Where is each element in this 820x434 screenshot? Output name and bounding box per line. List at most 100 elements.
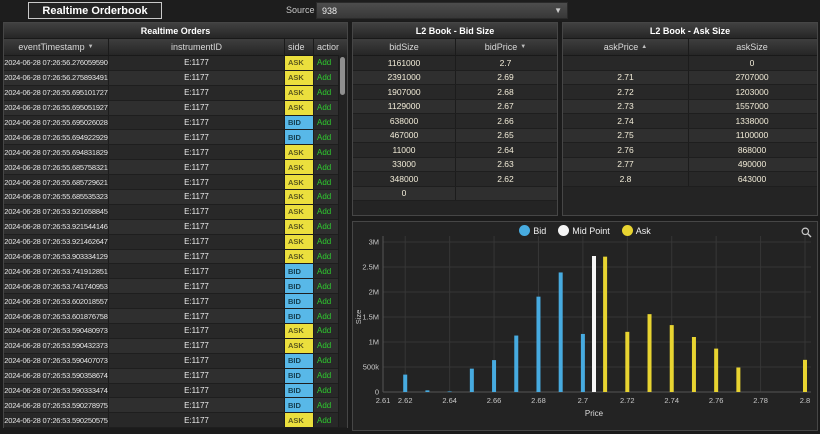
view-tab-realtime-orderbook[interactable]: Realtime Orderbook <box>28 2 162 19</box>
order-instrument: E:1177 <box>109 190 285 204</box>
table-row[interactable]: 2024-06-28 07:26:55.685729621 E:1177 ASK Ad… <box>4 175 347 191</box>
legend-item-mid-point[interactable]: Mid Point <box>558 225 610 236</box>
table-row[interactable]: 2024-06-28 07:26:53.590333474 E:1177 BID Ad… <box>4 383 347 399</box>
orders-rows: 2024-06-28 07:26:56.276059590 E:1177 ASK Ad… <box>4 56 347 429</box>
ask-panel-title: L2 Book - Ask Size <box>563 23 817 39</box>
table-row[interactable]: 2024-06-28 07:26:55.695051927 E:1177 ASK Ad… <box>4 100 347 116</box>
table-row[interactable]: 2024-06-28 07:26:55.695026028 E:1177 BID Ad… <box>4 115 347 131</box>
source-select[interactable]: 938 ▼ <box>316 2 568 19</box>
table-row[interactable]: 0 <box>353 186 557 201</box>
column-header-instrumentID[interactable]: instrumentID <box>109 39 285 55</box>
column-header-askSize[interactable]: askSize <box>689 39 815 55</box>
order-timestamp: 2024-06-28 07:26:55.695026028 <box>4 115 109 130</box>
table-row[interactable]: 2024-06-28 07:26:53.602018557 E:1177 BID Ad… <box>4 294 347 310</box>
table-row[interactable]: 2024-06-28 07:26:53.590407073 E:1177 BID Ad… <box>4 353 347 369</box>
order-timestamp: 2024-06-28 07:26:53.921462647 <box>4 234 109 249</box>
table-row[interactable]: 2.72 1203000 <box>563 85 817 100</box>
side-badge: ASK <box>285 324 314 338</box>
order-instrument: E:1177 <box>109 353 285 368</box>
cell-askPrice: 2.76 <box>563 143 689 157</box>
side-badge: ASK <box>285 204 314 219</box>
table-row[interactable]: 1161000 2.7 <box>353 56 557 71</box>
table-row[interactable]: 2024-06-28 07:26:53.921462647 E:1177 ASK Ad… <box>4 234 347 250</box>
table-row[interactable]: 2024-06-28 07:26:56.275893491 E:1177 ASK Ad… <box>4 70 347 86</box>
table-row[interactable]: 2.75 1100000 <box>563 128 817 143</box>
table-row[interactable]: 2.8 643000 <box>563 172 817 187</box>
order-timestamp: 2024-06-28 07:26:55.685729621 <box>4 175 109 190</box>
cell-bidSize: 0 <box>353 186 456 200</box>
column-header-action[interactable]: action <box>314 39 339 55</box>
table-row[interactable]: 2.77 490000 <box>563 157 817 172</box>
side-badge: BID <box>285 383 314 398</box>
table-row[interactable]: 2024-06-28 07:26:53.590358674 E:1177 BID Ad… <box>4 368 347 384</box>
order-instrument: E:1177 <box>109 115 285 130</box>
table-row[interactable]: 2391000 2.69 <box>353 70 557 85</box>
order-instrument: E:1177 <box>109 309 285 324</box>
table-row[interactable]: 2024-06-28 07:26:53.601876758 E:1177 BID Ad… <box>4 309 347 325</box>
column-header-bidPrice[interactable]: bidPrice ▼ <box>456 39 555 55</box>
table-row[interactable]: 1129000 2.67 <box>353 99 557 114</box>
side-badge: ASK <box>285 234 314 249</box>
table-row[interactable]: 2024-06-28 07:26:53.741912851 E:1177 BID Ad… <box>4 264 347 280</box>
table-row[interactable]: 2024-06-28 07:26:53.903334129 E:1177 ASK Ad… <box>4 249 347 265</box>
bid_book-column-headers: bidSize bidPrice ▼ <box>353 39 557 56</box>
table-row[interactable]: 2.73 1557000 <box>563 99 817 114</box>
column-header-askPrice[interactable]: askPrice ▲ <box>563 39 689 55</box>
table-row[interactable]: 2024-06-28 07:26:53.590250575 E:1177 ASK Ad… <box>4 413 347 429</box>
column-label: instrumentID <box>170 42 223 52</box>
table-row[interactable]: 2.76 868000 <box>563 143 817 158</box>
table-row[interactable]: 2024-06-28 07:26:55.694922929 E:1177 BID Ad… <box>4 130 347 146</box>
table-row[interactable]: 2024-06-28 07:26:53.741740953 E:1177 BID Ad… <box>4 279 347 295</box>
cell-askPrice: 2.72 <box>563 85 689 99</box>
svg-text:2.78: 2.78 <box>753 396 768 405</box>
order-instrument: E:1177 <box>109 145 285 160</box>
svg-text:2.64: 2.64 <box>442 396 457 405</box>
column-header-bidSize[interactable]: bidSize <box>353 39 456 55</box>
table-row[interactable]: 2024-06-28 07:26:53.590480973 E:1177 ASK Ad… <box>4 324 347 339</box>
cell-bidSize: 33000 <box>353 157 456 171</box>
sort-asc-icon: ▲ <box>641 44 648 50</box>
source-label: Source <box>286 5 315 15</box>
table-row[interactable]: 2024-06-28 07:26:55.695101727 E:1177 ASK Ad… <box>4 85 347 101</box>
order-timestamp: 2024-06-28 07:26:53.921544146 <box>4 219 109 234</box>
side-badge: ASK <box>285 338 314 353</box>
legend-item-ask[interactable]: Ask <box>621 225 651 236</box>
table-row[interactable]: 2.71 2707000 <box>563 70 817 85</box>
order-timestamp: 2024-06-28 07:26:56.275893491 <box>4 70 109 85</box>
order-instrument: E:1177 <box>109 70 285 85</box>
side-badge: BID <box>285 115 314 130</box>
scrollbar-thumb[interactable] <box>340 57 345 95</box>
order-instrument: E:1177 <box>109 294 285 309</box>
table-row[interactable]: 2.74 1338000 <box>563 114 817 129</box>
table-row[interactable]: 0 <box>563 56 817 71</box>
order-action: Add <box>317 177 332 187</box>
order-action: Add <box>317 118 332 127</box>
table-row[interactable]: 2024-06-28 07:26:55.694831829 E:1177 ASK Ad… <box>4 145 347 161</box>
legend-item-bid[interactable]: Bid <box>519 225 546 236</box>
table-row[interactable]: 1907000 2.68 <box>353 85 557 100</box>
table-row[interactable]: 467000 2.65 <box>353 128 557 143</box>
table-row[interactable]: 2024-06-28 07:26:53.590278975 E:1177 BID Ad… <box>4 398 347 414</box>
cell-askSize: 1557000 <box>735 101 769 112</box>
table-row[interactable]: 2024-06-28 07:26:53.590432373 E:1177 ASK Ad… <box>4 338 347 354</box>
table-row[interactable]: 2024-06-28 07:26:55.685758321 E:1177 ASK Ad… <box>4 160 347 176</box>
table-row[interactable]: 33000 2.63 <box>353 157 557 172</box>
side-badge: ASK <box>285 145 314 160</box>
magnifier-icon[interactable] <box>801 225 812 243</box>
order-timestamp: 2024-06-28 07:26:56.276059590 <box>4 56 109 70</box>
column-header-eventTimestamp[interactable]: eventTimestamp ▼ <box>4 39 109 55</box>
table-row[interactable]: 2024-06-28 07:26:55.685535323 E:1177 ASK Ad… <box>4 190 347 205</box>
table-row[interactable]: 348000 2.62 <box>353 172 557 187</box>
table-row[interactable]: 2024-06-28 07:26:53.921544146 E:1177 ASK Ad… <box>4 219 347 235</box>
column-header-side[interactable]: side <box>285 39 314 55</box>
table-row[interactable]: 2024-06-28 07:26:56.276059590 E:1177 ASK Ad… <box>4 56 347 71</box>
orders-scrollbar[interactable] <box>338 55 347 427</box>
order-instrument: E:1177 <box>109 56 285 70</box>
table-row[interactable]: 638000 2.66 <box>353 114 557 129</box>
column-label: eventTimestamp <box>18 42 85 52</box>
cell-bidPrice: 2.65 <box>497 130 514 141</box>
order-action: Add <box>317 356 332 366</box>
table-row[interactable]: 11000 2.64 <box>353 143 557 158</box>
order-instrument: E:1177 <box>109 398 285 413</box>
table-row[interactable]: 2024-06-28 07:26:53.921658845 E:1177 ASK Ad… <box>4 204 347 220</box>
